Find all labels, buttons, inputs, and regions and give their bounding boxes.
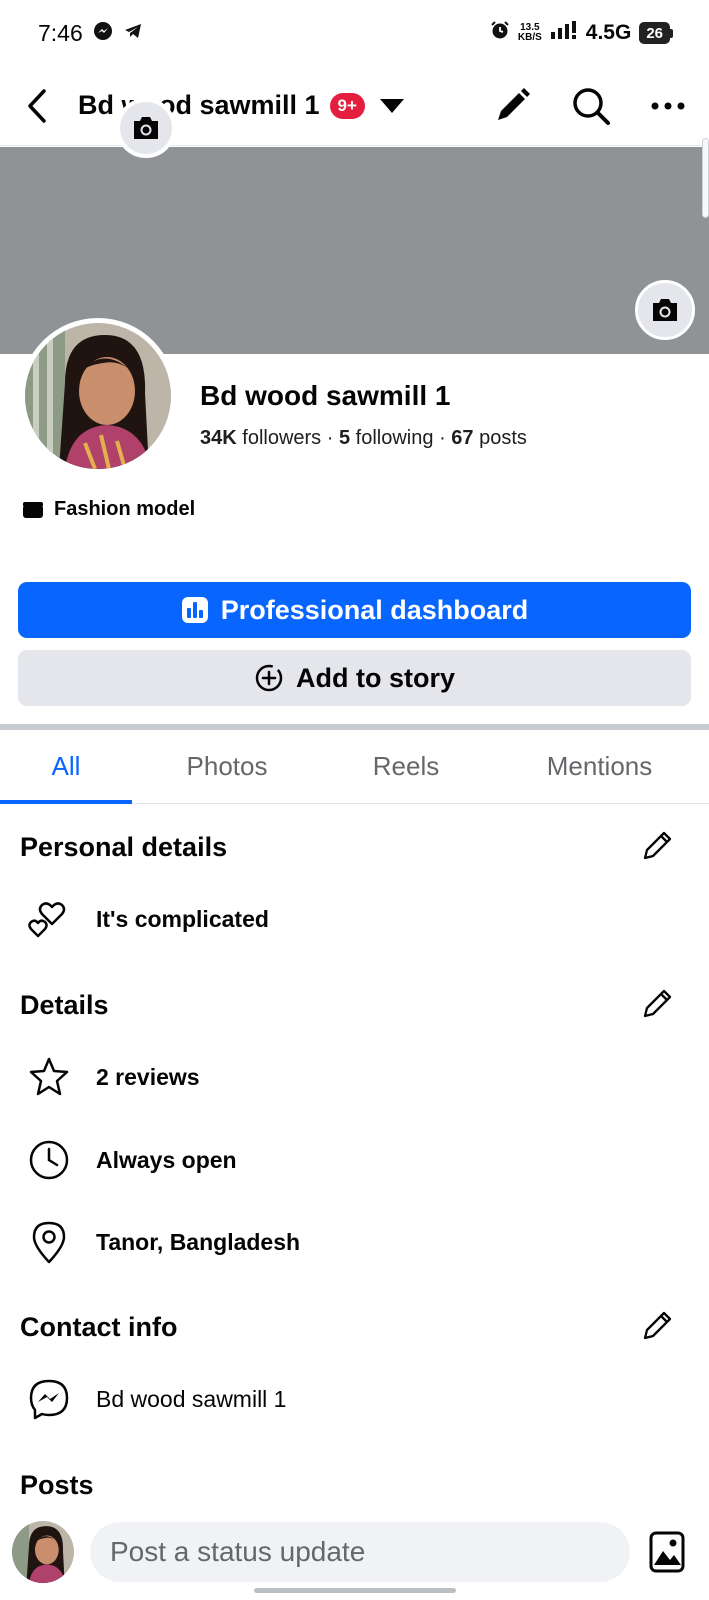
plus-circle-icon [255, 664, 283, 692]
clock-icon [26, 1137, 72, 1183]
home-indicator[interactable] [254, 1588, 456, 1593]
caret-down-icon [379, 98, 404, 113]
details-title: Details [20, 990, 109, 1020]
status-update-input[interactable]: Post a status update [90, 1522, 630, 1582]
reviews-count: 2 reviews [96, 1063, 200, 1090]
professional-dashboard-label: Professional dashboard [220, 594, 529, 625]
edit-contact-info-icon[interactable] [641, 1308, 675, 1342]
location-pin-icon [26, 1219, 72, 1265]
posts-title: Posts [20, 1470, 94, 1500]
cover-camera-button[interactable] [635, 280, 695, 340]
tab-label: Photos [186, 751, 268, 781]
camera-icon [134, 117, 158, 139]
camera-icon [653, 299, 677, 321]
stats-separator: · [439, 427, 446, 449]
search-icon [573, 87, 610, 125]
profile-name: Bd wood sawmill 1 [200, 380, 451, 411]
stats-separator: · [326, 427, 334, 449]
messenger-icon [26, 1376, 72, 1422]
posts-label: posts [479, 427, 527, 449]
page-category: Fashion model [22, 498, 195, 521]
personal-details-title: Personal details [20, 832, 228, 862]
post-composer: Post a status update [12, 1521, 697, 1583]
tab-mentions[interactable]: Mentions [490, 730, 709, 803]
telegram-icon [123, 20, 143, 47]
dashboard-chart-icon [181, 597, 208, 623]
more-button[interactable] [651, 101, 685, 111]
network-type: 4.5G [585, 21, 632, 44]
pencil-icon [498, 87, 530, 120]
edit-details-icon[interactable] [641, 986, 675, 1020]
hearts-icon [26, 896, 72, 942]
add-photo-button[interactable] [649, 1531, 685, 1573]
posts-count: 67 [451, 427, 474, 449]
top-bar: Bd wood sawmill 1 9+ [0, 66, 709, 146]
photo-icon [649, 1531, 685, 1573]
followers-label[interactable]: followers [242, 427, 321, 449]
status-update-placeholder: Post a status update [110, 1536, 366, 1567]
add-to-story-button[interactable]: Add to story [18, 650, 691, 706]
profile-stats: 34K followers · 5 following · 67 posts [200, 427, 527, 450]
avatar [12, 1521, 74, 1583]
scrollbar-thumb[interactable] [702, 138, 709, 218]
followers-count: 34K [200, 427, 237, 449]
messenger-row[interactable]: Bd wood sawmill 1 [26, 1376, 286, 1422]
contact-info-title: Contact info [20, 1312, 178, 1342]
net-speed-unit: KB/S [517, 32, 542, 43]
professional-dashboard-button[interactable]: Professional dashboard [18, 582, 691, 638]
top-actions [493, 86, 685, 126]
reviews-row[interactable]: 2 reviews [26, 1054, 200, 1100]
star-icon [26, 1054, 72, 1100]
edit-personal-details-icon[interactable] [641, 828, 675, 862]
messenger-name: Bd wood sawmill 1 [96, 1385, 287, 1412]
tab-photos[interactable]: Photos [132, 730, 322, 803]
page-title: Bd wood sawmill 1 [78, 90, 320, 120]
tab-reels[interactable]: Reels [322, 730, 490, 803]
clapperboard-icon [23, 501, 43, 518]
status-left: 7:46 [38, 20, 143, 47]
avatar-camera-button[interactable] [116, 98, 176, 158]
profile-tabs: All Photos Reels Mentions [0, 730, 709, 804]
hours-row: Always open [26, 1137, 237, 1183]
notification-badge: 9+ [329, 92, 365, 119]
avatar [25, 323, 171, 469]
edit-button[interactable] [493, 87, 531, 125]
relationship-status: It's complicated [96, 905, 269, 932]
status-bar: 7:46 13.5 KB/S 4.5G 26 [0, 0, 709, 66]
back-arrow-icon [28, 88, 46, 123]
tab-label: Reels [372, 751, 440, 781]
opening-hours: Always open [96, 1146, 237, 1173]
messenger-icon [93, 20, 113, 47]
location: Tanor, Bangladesh [96, 1228, 301, 1255]
back-button[interactable] [24, 88, 50, 124]
location-row[interactable]: Tanor, Bangladesh [26, 1219, 300, 1265]
signal-icon [550, 20, 578, 46]
more-icon [651, 102, 685, 109]
tab-all[interactable]: All [0, 730, 132, 804]
tab-label: Mentions [546, 751, 653, 781]
net-speed: 13.5 KB/S [518, 23, 542, 43]
following-count: 5 [338, 427, 351, 449]
profile-avatar[interactable] [20, 318, 176, 474]
status-time: 7:46 [38, 19, 83, 46]
relationship-row[interactable]: It's complicated [26, 896, 269, 942]
search-button[interactable] [571, 86, 611, 126]
battery-icon: 26 [639, 22, 673, 44]
status-right: 13.5 KB/S 4.5G 26 [490, 20, 673, 46]
following-label[interactable]: following [356, 427, 434, 449]
add-to-story-label: Add to story [296, 662, 455, 693]
alarm-icon [490, 20, 510, 46]
tab-label: All [51, 751, 81, 781]
category-label: Fashion model [54, 498, 196, 520]
battery-level: 26 [639, 22, 670, 44]
